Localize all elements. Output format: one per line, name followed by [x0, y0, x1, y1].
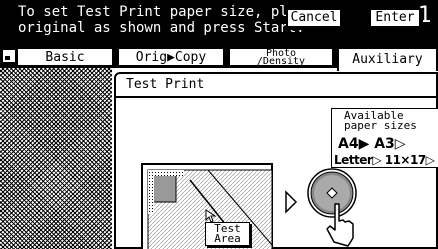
- paper-sizes-header-line2: paper sizes: [344, 119, 417, 132]
- available-paper-sizes-panel: Available paper sizes A4▶ A3▷ Letter▷ 11…: [331, 108, 438, 168]
- tab-auxiliary[interactable]: Auxiliary: [337, 47, 438, 71]
- paper-sizes-row-a: A4▶ A3▷: [338, 136, 406, 152]
- test-area-line2: Area: [214, 232, 241, 245]
- instruction-line-1: To set Test Print paper size, place: [18, 4, 314, 20]
- test-area-label: Test Area: [205, 222, 250, 246]
- memory-icon: [3, 50, 15, 62]
- tab-orig-copy[interactable]: Orig▶Copy: [118, 48, 224, 66]
- tab-density-label: /Density: [256, 56, 306, 67]
- cancel-button[interactable]: Cancel: [286, 8, 342, 28]
- tab-basic[interactable]: Basic: [17, 48, 113, 66]
- start-button-icon: [307, 168, 357, 218]
- dialog-title: Test Print: [126, 77, 205, 92]
- arrow-right-icon: [285, 190, 298, 214]
- dialog-titlebar: Test Print: [116, 74, 436, 98]
- tab-photo-density[interactable]: Photo /Density: [229, 48, 333, 67]
- paper-sizes-header: Available paper sizes: [344, 110, 417, 132]
- background-pattern: [0, 68, 112, 249]
- placement-illustration: [141, 163, 357, 249]
- instruction-line-2: original as shown and press Start.: [18, 20, 305, 36]
- enter-button[interactable]: Enter: [369, 8, 421, 28]
